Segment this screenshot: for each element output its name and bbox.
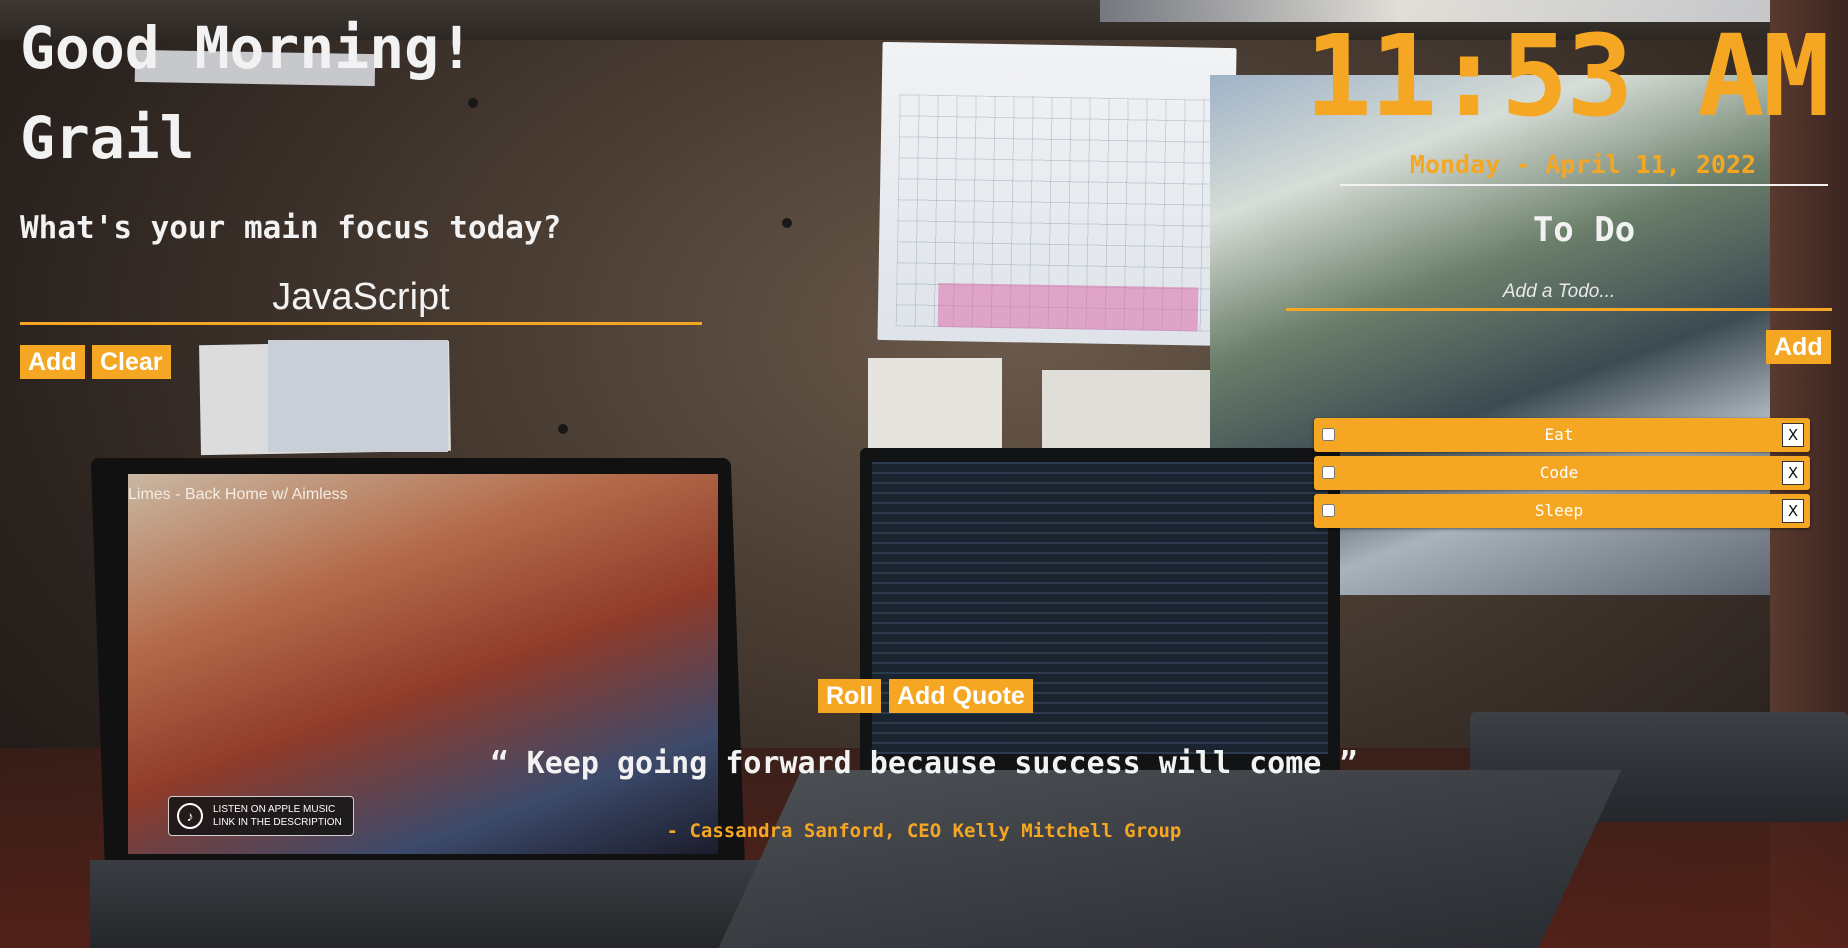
todo-checkbox[interactable] [1322,466,1335,479]
date: Monday - April 11, 2022 [1409,150,1757,179]
divider [1340,184,1828,186]
todo-label: Sleep [1534,501,1584,520]
todo-title: To Do [1532,210,1636,250]
todo-item: Code X [1314,456,1810,490]
todo-input[interactable] [1286,276,1832,311]
focus-input[interactable] [20,272,702,325]
clock: 11:53 AM [1304,12,1830,142]
pin [782,218,792,228]
focus-clear-button[interactable]: Clear [92,345,171,379]
quote-author: - Cassandra Sanford, CEO Kelly Mitchell … [666,820,1182,842]
badge-line-1: LISTEN ON APPLE MUSIC [213,804,336,815]
paper-note [868,358,1002,458]
todo-item: Eat X [1314,418,1810,452]
todo-list: Eat X Code X Sleep X [1314,418,1810,532]
periodic-table-poster [877,41,1237,347]
todo-checkbox[interactable] [1322,428,1335,441]
greeting-text: Good Morning! [20,14,474,82]
todo-delete-button[interactable]: X [1782,461,1804,485]
periodic-table-lanthanides [937,282,1199,332]
user-name: Grail [20,104,195,172]
quote-text: “ Keep going forward because success wil… [490,746,1358,781]
todo-checkbox[interactable] [1322,504,1335,517]
laptop-right-keyboard [718,770,1622,948]
greeting: Good Morning! Grail [20,10,474,176]
todo-item: Sleep X [1314,494,1810,528]
paper-note [1042,370,1210,448]
todo-add-button[interactable]: Add [1766,330,1831,364]
todo-delete-button[interactable]: X [1782,423,1804,447]
focus-question: What's your main focus today? [20,210,562,246]
music-title: Limes - Back Home w/ Aimless [128,486,348,503]
paper-note [268,340,448,452]
todo-label: Eat [1544,425,1574,444]
focus-add-button[interactable]: Add [20,345,85,379]
todo-label: Code [1539,463,1579,482]
pin [558,424,568,434]
add-quote-button[interactable]: Add Quote [889,679,1033,713]
todo-delete-button[interactable]: X [1782,499,1804,523]
roll-quote-button[interactable]: Roll [818,679,882,713]
